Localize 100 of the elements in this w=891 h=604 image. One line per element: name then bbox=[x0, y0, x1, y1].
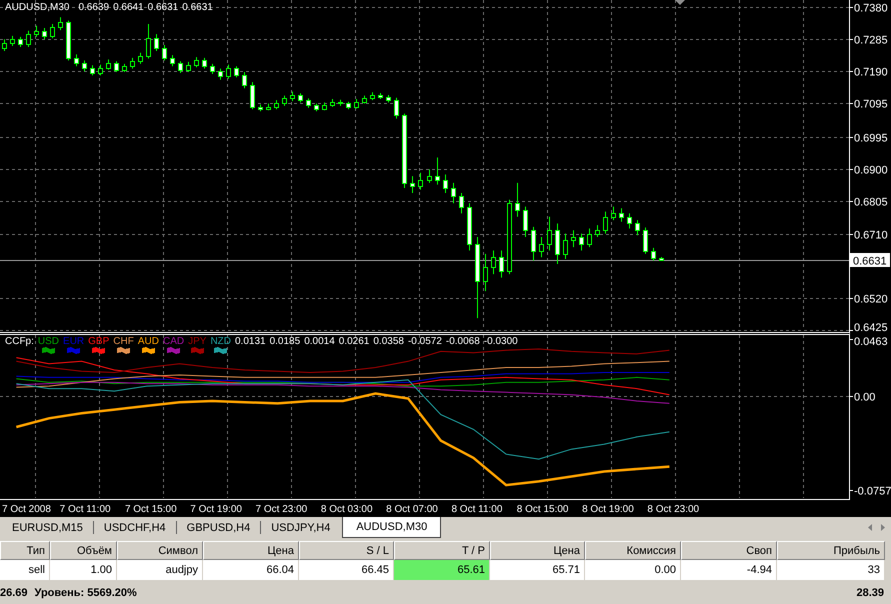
triangle-marker-icon[interactable] bbox=[675, 0, 685, 5]
scroll-right-icon[interactable] bbox=[881, 524, 885, 531]
candle bbox=[226, 64, 231, 80]
currency-label: JPY bbox=[188, 336, 206, 347]
current-price-label: 0.6631 bbox=[850, 253, 890, 268]
candle bbox=[106, 59, 111, 70]
candle bbox=[266, 102, 271, 111]
candle bbox=[595, 224, 600, 238]
tab[interactable]: GBPUSD,H4 bbox=[176, 517, 260, 538]
indicator-name: CCFp: bbox=[5, 336, 34, 347]
column-header[interactable]: Прибыль bbox=[777, 541, 885, 560]
candle bbox=[563, 233, 568, 260]
candle bbox=[146, 24, 151, 59]
column-header[interactable]: Цена bbox=[490, 541, 585, 560]
table-cell: 65.71 bbox=[490, 560, 585, 581]
candle bbox=[346, 101, 351, 110]
candle bbox=[515, 182, 520, 218]
indicator-value: 0.0131 bbox=[235, 336, 266, 347]
price-axis-label: 0.6995 bbox=[854, 132, 888, 144]
column-header[interactable]: Комиссия bbox=[585, 541, 681, 560]
candle bbox=[443, 174, 448, 194]
table-cell: 0.00 bbox=[585, 560, 681, 581]
candle bbox=[322, 102, 327, 111]
time-axis-label: 8 Oct 07:00 bbox=[386, 504, 438, 515]
candle bbox=[130, 57, 135, 70]
indicator-value: -0.0068 bbox=[446, 336, 480, 347]
candle bbox=[635, 220, 640, 236]
chart-symbol: AUDUSD,M30 bbox=[5, 2, 70, 13]
tab[interactable]: EURUSD,M15 bbox=[2, 517, 93, 538]
indicator-value: 0.0185 bbox=[270, 336, 300, 347]
candle bbox=[418, 172, 423, 190]
tab[interactable]: AUDUSD,M30 bbox=[342, 517, 442, 538]
price-axis-label: 0.6425 bbox=[854, 322, 888, 332]
candle bbox=[298, 92, 303, 103]
candle bbox=[242, 72, 247, 89]
table-cell: audjpy bbox=[117, 560, 203, 581]
candle bbox=[643, 227, 648, 254]
candle bbox=[18, 36, 23, 48]
candle bbox=[274, 100, 279, 110]
candle bbox=[659, 256, 664, 261]
column-header[interactable]: Символ bbox=[117, 541, 203, 560]
candle bbox=[378, 92, 383, 100]
candle bbox=[410, 176, 415, 194]
column-header[interactable]: T / P bbox=[394, 541, 490, 560]
scroll-left-icon[interactable] bbox=[868, 524, 872, 531]
candle bbox=[547, 216, 552, 252]
currency-label: USD bbox=[38, 336, 60, 347]
candle bbox=[451, 182, 456, 204]
candle bbox=[435, 157, 440, 186]
price-axis-label: 0.7095 bbox=[854, 98, 888, 110]
candle bbox=[491, 250, 496, 275]
price-axis-label: 0.6710 bbox=[854, 230, 888, 242]
indicator-value: -0.0300 bbox=[484, 336, 518, 347]
candle bbox=[338, 99, 343, 106]
indicator-value: 0.0261 bbox=[338, 336, 370, 347]
candle bbox=[587, 228, 592, 248]
table-cell: 66.04 bbox=[203, 560, 299, 581]
candle bbox=[386, 94, 391, 103]
candle bbox=[394, 97, 399, 120]
column-header[interactable]: S / L bbox=[299, 541, 394, 560]
time-axis-label: 7 Oct 23:00 bbox=[256, 504, 308, 515]
account-summary-text: Уровень: 5569.20% bbox=[34, 586, 137, 598]
candle bbox=[483, 253, 488, 292]
candle bbox=[362, 95, 367, 104]
candle bbox=[539, 236, 544, 258]
time-axis-label: 8 Oct 03:00 bbox=[320, 504, 373, 515]
candle bbox=[218, 68, 223, 80]
candle bbox=[10, 35, 15, 46]
candle bbox=[579, 233, 584, 252]
candle bbox=[531, 226, 536, 262]
candle bbox=[234, 66, 239, 78]
candle bbox=[651, 247, 656, 262]
time-axis-label: 8 Oct 19:00 bbox=[582, 504, 634, 515]
price-axis-label: 0.7380 bbox=[854, 2, 888, 14]
candle bbox=[34, 25, 39, 38]
quote-value: 0.6631 bbox=[148, 2, 178, 13]
candle bbox=[306, 98, 311, 108]
column-header[interactable]: Цена bbox=[203, 541, 299, 560]
candle bbox=[282, 95, 287, 106]
column-header[interactable]: Своп bbox=[681, 541, 777, 560]
tab[interactable]: USDCHF,H4 bbox=[94, 517, 176, 538]
time-axis-label: 8 Oct 11:00 bbox=[451, 504, 502, 515]
indicator-axis-label: 0.00 bbox=[854, 392, 876, 404]
candle bbox=[427, 168, 432, 184]
currency-label: CHF bbox=[113, 336, 134, 347]
column-header[interactable]: Тип bbox=[0, 541, 50, 560]
table-cell: 33 bbox=[777, 560, 885, 581]
column-header[interactable]: Объём bbox=[50, 541, 117, 560]
price-axis-label: 0.7190 bbox=[854, 66, 888, 78]
price-axis-label: 0.6520 bbox=[854, 294, 888, 306]
candle bbox=[555, 222, 560, 265]
time-axis-label: 7 Oct 19:00 bbox=[190, 504, 242, 515]
indicator-value: -0.0572 bbox=[408, 336, 442, 347]
candle bbox=[603, 211, 608, 234]
candle bbox=[66, 20, 71, 62]
tab[interactable]: USDJPY,H4 bbox=[261, 517, 340, 538]
price-axis-label: 0.6805 bbox=[854, 196, 888, 208]
candle bbox=[154, 34, 159, 52]
currency-label: GBP bbox=[88, 336, 110, 347]
candle bbox=[194, 56, 199, 68]
